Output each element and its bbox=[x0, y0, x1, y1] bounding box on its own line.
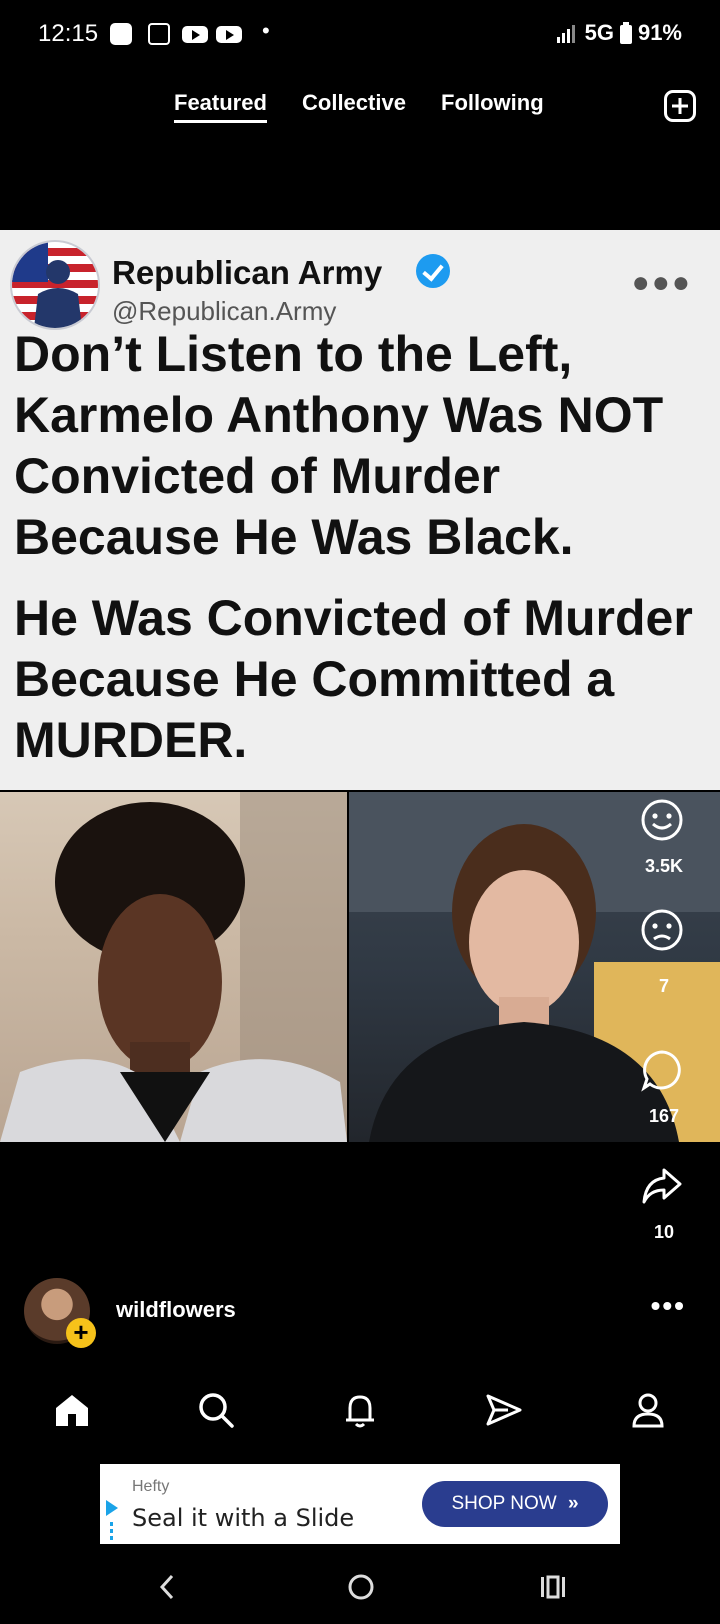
youtube-icon bbox=[182, 26, 208, 43]
send-icon[interactable] bbox=[484, 1390, 524, 1430]
battery-icon bbox=[619, 22, 632, 44]
headline-part-2: He Was Convicted of Murder Because He Co… bbox=[14, 590, 693, 768]
tab-following[interactable]: Following bbox=[441, 90, 544, 116]
ad-cta-label: SHOP NOW bbox=[451, 1493, 557, 1514]
ad-menu-icon[interactable] bbox=[110, 1522, 113, 1540]
comment-icon[interactable] bbox=[640, 1048, 684, 1092]
bell-icon[interactable] bbox=[340, 1390, 380, 1430]
youtube-icon bbox=[216, 26, 242, 43]
back-icon[interactable] bbox=[152, 1572, 182, 1602]
ad-brand: Hefty bbox=[132, 1478, 170, 1495]
feed-tabs: Featured Collective Following bbox=[0, 90, 720, 130]
headline-part-1: Don’t Listen to the Left, Karmelo Anthon… bbox=[14, 326, 664, 565]
notification-icon bbox=[110, 23, 132, 45]
network-label: 5G bbox=[584, 20, 614, 45]
battery-label: 91% bbox=[637, 20, 682, 45]
account-name[interactable]: Republican Army bbox=[112, 254, 382, 292]
post-image-card[interactable]: Republican Army @Republican.Army ●●● Don… bbox=[0, 230, 720, 790]
tab-featured[interactable]: Featured bbox=[174, 90, 267, 123]
sad-count: 7 bbox=[658, 976, 669, 996]
status-dot: • bbox=[262, 18, 270, 43]
flag-portrait-icon bbox=[12, 242, 98, 328]
share-icon[interactable] bbox=[640, 1164, 684, 1208]
comment-count: 167 bbox=[648, 1106, 680, 1126]
tab-collective[interactable]: Collective bbox=[302, 90, 406, 116]
add-post-button[interactable] bbox=[664, 90, 696, 122]
ad-shop-now-button[interactable]: SHOP NOW » bbox=[422, 1481, 608, 1527]
account-handle: @Republican.Army bbox=[112, 296, 337, 326]
post-more-icon[interactable]: ●●● bbox=[632, 266, 692, 300]
happy-face-icon[interactable] bbox=[640, 798, 684, 842]
photo-left bbox=[0, 792, 347, 1142]
author-name[interactable]: wildflowers bbox=[116, 1297, 236, 1323]
share-count: 10 bbox=[653, 1222, 675, 1242]
ad-choice-icon[interactable] bbox=[106, 1500, 118, 1516]
status-bar: 12:15 • 5G 91% bbox=[0, 0, 720, 70]
follow-button[interactable]: + bbox=[66, 1318, 96, 1348]
home-icon[interactable] bbox=[52, 1390, 92, 1430]
ad-text: Seal it with a Slide bbox=[132, 1504, 355, 1532]
status-right: 5G 91% bbox=[556, 20, 682, 46]
happy-count: 3.5K bbox=[644, 856, 684, 876]
ad-banner[interactable]: Hefty Seal it with a Slide SHOP NOW » bbox=[100, 1464, 620, 1544]
search-icon[interactable] bbox=[196, 1390, 236, 1430]
profile-icon[interactable] bbox=[628, 1390, 668, 1430]
author-more-icon[interactable]: ••• bbox=[651, 1290, 686, 1322]
recents-icon[interactable] bbox=[538, 1572, 568, 1602]
signal-icon bbox=[556, 25, 575, 43]
double-chevron-icon: » bbox=[567, 1493, 579, 1514]
verified-badge-icon bbox=[416, 254, 450, 288]
status-time: 12:15 bbox=[38, 20, 99, 47]
account-avatar[interactable] bbox=[10, 240, 100, 330]
home-circle-icon[interactable] bbox=[346, 1572, 376, 1602]
portrait-left bbox=[0, 792, 347, 1142]
sad-face-icon[interactable] bbox=[640, 908, 684, 952]
news-icon bbox=[148, 23, 170, 45]
